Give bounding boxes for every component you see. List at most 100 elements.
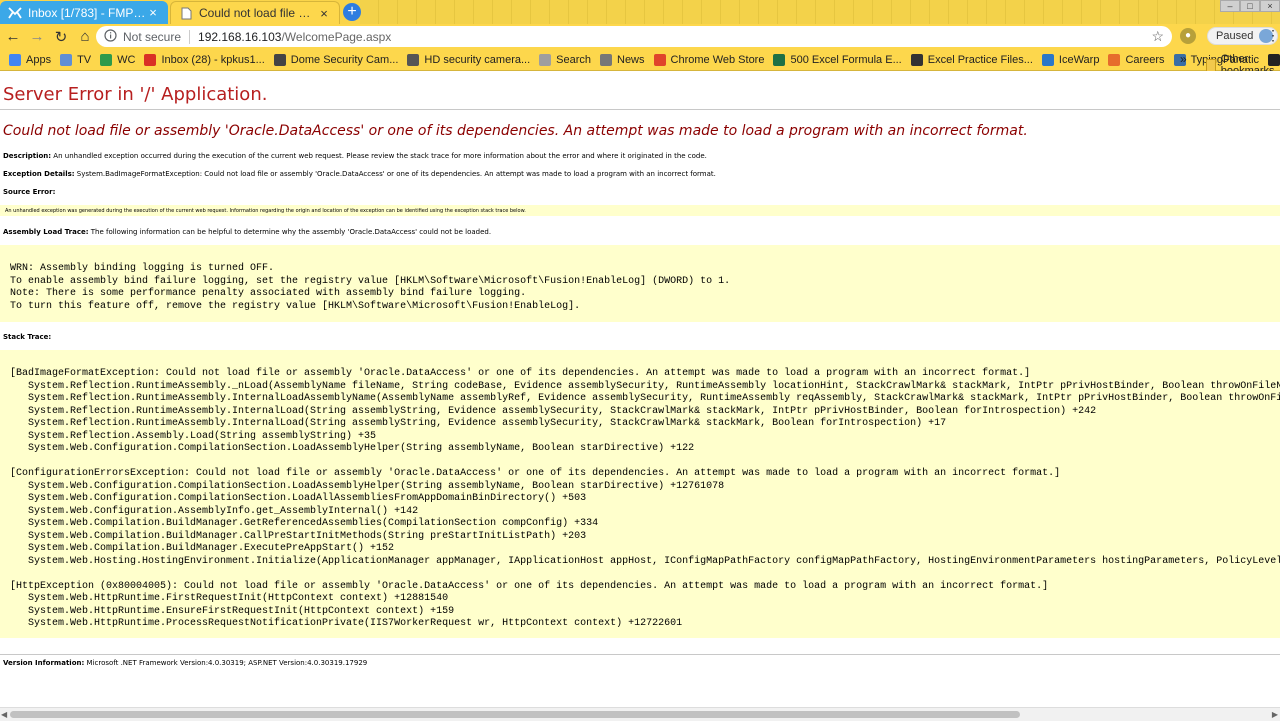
maximize-button[interactable]: □ — [1240, 0, 1260, 12]
exception-details: Exception Details: System.BadImageFormat… — [3, 170, 716, 178]
security-label[interactable]: Not secure — [123, 30, 181, 44]
news-icon — [600, 53, 612, 66]
version-text: Microsoft .NET Framework Version:4.0.303… — [84, 659, 368, 667]
minimize-button[interactable]: – — [1220, 0, 1240, 12]
forward-button[interactable]: → — [26, 26, 48, 48]
reload-icon: ↻ — [54, 28, 68, 46]
bookmark-label: Apps — [26, 53, 52, 66]
bookmark-item[interactable]: WC — [100, 53, 136, 66]
back-button[interactable]: ← — [2, 26, 24, 48]
mail-icon — [8, 6, 22, 20]
description-text: An unhandled exception occurred during t… — [51, 152, 707, 160]
window-controls: – □ × — [1220, 0, 1280, 12]
bookmark-item[interactable]: TV — [60, 53, 92, 66]
page-icon — [179, 6, 193, 20]
close-icon[interactable]: × — [146, 5, 160, 20]
bookmark-label: Careers — [1125, 53, 1165, 66]
forward-arrow-icon: → — [29, 28, 45, 45]
source-error-text: An unhandled exception was generated dur… — [5, 208, 526, 214]
new-tab-button[interactable]: + — [343, 3, 361, 21]
scroll-right-icon[interactable]: ▶ — [1272, 710, 1278, 719]
exception-text: System.BadImageFormatException: Could no… — [74, 170, 716, 178]
globe-icon — [60, 53, 73, 66]
bookmark-star-icon[interactable]: ☆ — [1151, 28, 1164, 45]
wc-icon — [100, 53, 113, 66]
back-arrow-icon: ← — [5, 28, 21, 45]
bookmark-label: IceWarp — [1058, 53, 1100, 66]
webstore-icon — [653, 53, 666, 66]
home-button[interactable]: ⌂ — [74, 26, 96, 48]
careers-icon — [1108, 53, 1121, 66]
description-label: Description: — [3, 152, 52, 160]
bookmark-item[interactable]: Chrome Web Store — [653, 53, 765, 66]
divider — [0, 654, 1280, 655]
description: Description: An unhandled exception occu… — [3, 152, 707, 160]
bookmark-item[interactable]: Search — [539, 53, 591, 66]
bookmark-item[interactable]: News — [600, 53, 645, 66]
stack-trace-box: [BadImageFormatException: Could not load… — [0, 350, 1280, 638]
address-bar[interactable]: Not secure 192.168.16.103/WelcomePage.as… — [96, 26, 1172, 47]
bookmark-item[interactable]: IceWarp — [1041, 53, 1100, 66]
close-window-button[interactable]: × — [1260, 0, 1280, 12]
bookmark-item[interactable]: Inbox (28) - kpkus1... — [144, 53, 265, 66]
bookmark-item[interactable]: HD security camera... — [407, 53, 531, 66]
excel-icon — [773, 53, 786, 66]
assembly-load-trace: Assembly Load Trace: The following infor… — [3, 228, 491, 236]
browser-toolbar: ← → ↻ ⌂ Not secure 192.168.16.103/Welcom… — [0, 24, 1280, 49]
assembly-trace-box: WRN: Assembly binding logging is turned … — [0, 245, 1280, 322]
assembly-trace-text: WRN: Assembly binding logging is turned … — [10, 263, 731, 312]
bookmark-item[interactable]: Apps — [9, 53, 52, 66]
assembly-label: Assembly Load Trace: — [3, 228, 89, 236]
bookmark-label: TV — [77, 53, 92, 66]
bookmark-item[interactable]: 500 Excel Formula E... — [773, 53, 902, 66]
bookmark-label: Chrome Web Store — [670, 53, 765, 66]
url-host: 192.168.16.103 — [198, 29, 282, 44]
bookmark-label: 500 Excel Formula E... — [790, 53, 902, 66]
bookmark-label: News — [617, 53, 645, 66]
close-icon[interactable]: × — [317, 6, 331, 21]
profile-status: Paused — [1216, 30, 1254, 42]
search-icon — [539, 53, 552, 66]
bookmark-label: HD security camera... — [424, 53, 531, 66]
tab-strip: Inbox [1/783] - FMPL - kp kushw... × Cou… — [0, 0, 1280, 24]
folder-icon — [1206, 58, 1216, 72]
bookmark-item[interactable]: Excel Practice Files... — [910, 53, 1033, 66]
info-icon[interactable] — [104, 28, 117, 45]
page-content: Server Error in '/' Application. Could n… — [0, 71, 1280, 707]
divider — [189, 29, 191, 44]
gmail-icon — [144, 53, 157, 66]
horizontal-scrollbar[interactable]: ◀ ▶ — [0, 707, 1280, 721]
tab-title: Could not load file or assembly 'O... — [199, 6, 317, 20]
page-title: Server Error in '/' Application. — [3, 84, 268, 105]
scrollbar-thumb[interactable] — [10, 711, 1020, 718]
stack-trace-heading: Stack Trace: — [3, 333, 51, 341]
tab-inbox[interactable]: Inbox [1/783] - FMPL - kp kushw... × — [0, 1, 168, 24]
stack-label: Stack Trace: — [3, 333, 52, 341]
bookmark-label: Excel Practice Files... — [927, 53, 1033, 66]
menu-icon[interactable]: ⋮ — [1266, 27, 1280, 44]
divider — [0, 109, 1280, 110]
version-information: Version Information: Microsoft .NET Fram… — [3, 659, 367, 667]
bookmark-item[interactable]: Dome Security Cam... — [273, 53, 398, 66]
source-label: Source Error: — [3, 188, 56, 196]
home-icon: ⌂ — [80, 28, 90, 45]
bookmark-item[interactable]: Careers — [1108, 53, 1165, 66]
bookmark-label: WC — [117, 53, 136, 66]
bookmarks-overflow-button[interactable]: » — [1180, 52, 1187, 66]
source-error: Source Error: — [3, 188, 55, 196]
icewarp-icon — [1041, 53, 1054, 66]
assembly-text: The following information can be helpful… — [88, 228, 492, 236]
stack-trace-text: [BadImageFormatException: Could not load… — [10, 368, 1280, 629]
tab-error-page[interactable]: Could not load file or assembly 'O... × — [170, 1, 340, 24]
bookmark-label: Search — [556, 53, 591, 66]
globe-icon — [910, 53, 923, 66]
apps-grid-icon — [9, 53, 21, 66]
tab-title: Inbox [1/783] - FMPL - kp kushw... — [28, 5, 146, 20]
bookmarks-bar: Apps TV WC Inbox (28) - kpkus1... Dome Secur… — [0, 49, 1280, 71]
extension-icon[interactable]: ● — [1180, 28, 1196, 44]
exception-label: Exception Details: — [3, 170, 75, 178]
scroll-left-icon[interactable]: ◀ — [1, 710, 7, 719]
camera-icon — [407, 53, 420, 66]
reload-button[interactable]: ↻ — [50, 26, 72, 48]
url-path: /WelcomePage.aspx — [281, 29, 392, 44]
